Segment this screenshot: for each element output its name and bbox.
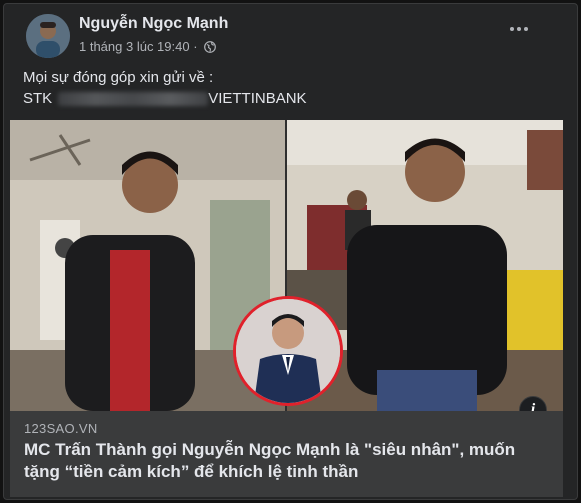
stk-label: STK <box>23 90 53 107</box>
author-name[interactable]: Nguyễn Ngọc Mạnh <box>79 15 228 33</box>
globe-icon <box>203 40 216 53</box>
post-text-line-2: STK VIETTINBANK <box>23 90 307 107</box>
bank-name: VIETTINBANK <box>208 90 307 107</box>
redacted-account-number <box>58 91 209 106</box>
shared-link-image[interactable]: i <box>10 120 563 411</box>
more-options-icon[interactable] <box>507 22 531 36</box>
link-source: 123SAO.VN <box>24 421 98 436</box>
post-text-line-1: Mọi sự đóng góp xin gửi về : <box>23 69 214 86</box>
post-timestamp[interactable]: 1 tháng 3 lúc 19:40 · <box>79 39 198 54</box>
link-title[interactable]: MC Trấn Thành gọi Nguyễn Ngọc Mạnh là "s… <box>24 439 554 483</box>
post-card: Nguyễn Ngọc Mạnh 1 tháng 3 lúc 19:40 · M… <box>3 3 578 500</box>
author-avatar[interactable] <box>26 14 70 58</box>
link-preview[interactable]: 123SAO.VN MC Trấn Thành gọi Nguyễn Ngọc … <box>10 411 563 497</box>
inset-portrait <box>233 296 343 406</box>
post-meta: 1 tháng 3 lúc 19:40 · <box>79 39 216 54</box>
